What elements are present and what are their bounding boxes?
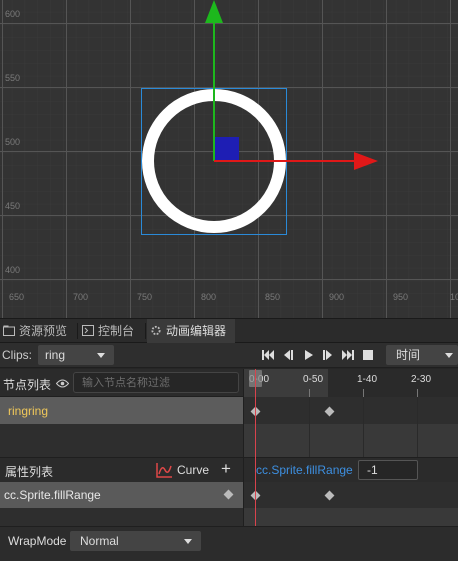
property-name: cc.Sprite.fillRange [4, 488, 101, 502]
chevron-down-icon [445, 353, 453, 358]
keyframe-diamond-icon[interactable] [223, 489, 234, 500]
wrap-mode-select[interactable]: Normal [70, 531, 201, 551]
x-axis-label: 800 [201, 292, 217, 302]
node-name: ringring [8, 404, 49, 418]
curve-icon[interactable] [156, 462, 173, 478]
node-track[interactable] [244, 397, 458, 424]
animation-toolbar: Clips: ring 时间 [0, 343, 458, 368]
next-frame-icon[interactable] [322, 349, 334, 361]
node-list-item[interactable]: ringring [0, 397, 243, 424]
ruler-tick [417, 389, 418, 397]
curve-button[interactable]: Curve [177, 463, 209, 477]
add-property-button[interactable]: + [221, 459, 231, 479]
assets-icon [3, 325, 15, 336]
x-axis-label: 700 [73, 292, 89, 302]
node-list-header: 节点列表 [0, 369, 243, 397]
ruler-label: 1-40 [357, 374, 378, 385]
tab-label: 资源预览 [19, 324, 68, 338]
x-axis-label: 850 [265, 292, 281, 302]
wrap-mode-value: Normal [80, 534, 119, 548]
property-list-empty-area [0, 508, 243, 526]
tab-console[interactable]: 控制台 [79, 319, 144, 343]
console-icon [82, 325, 94, 336]
property-list-item[interactable]: cc.Sprite.fillRange [0, 482, 243, 508]
x-axis-label: 950 [393, 292, 409, 302]
tab-assets[interactable]: 资源预览 [0, 319, 75, 343]
property-track[interactable] [244, 482, 458, 508]
y-axis-label: 550 [5, 73, 21, 83]
x-axis-label: 1000 [450, 292, 458, 302]
timeline[interactable]: 0-00 0-50 1-40 2-30 cc.Sprite.fillRange [243, 369, 458, 526]
chevron-down-icon [97, 353, 105, 358]
anchor-handle[interactable] [215, 137, 239, 160]
wrap-mode-bar: WrapMode Normal [0, 526, 458, 561]
wrap-mode-label: WrapMode [8, 534, 67, 548]
y-axis-label: 600 [5, 9, 21, 19]
x-axis-label: 650 [9, 292, 25, 302]
track-empty-area [244, 508, 458, 526]
scene-canvas [0, 0, 458, 318]
eye-icon[interactable] [56, 379, 69, 388]
clip-select[interactable]: ring [38, 345, 114, 365]
tab-divider [145, 323, 146, 339]
tab-label: 控制台 [98, 324, 135, 338]
time-mode-select[interactable]: 时间 [386, 345, 458, 365]
y-axis-label: 400 [5, 265, 21, 275]
y-axis-label: 450 [5, 201, 21, 211]
tab-animation-editor[interactable]: 动画编辑器 [147, 319, 235, 343]
track-empty-area [244, 424, 458, 457]
ruler-tick [363, 389, 364, 397]
tab-divider [77, 323, 78, 339]
play-icon[interactable] [302, 349, 314, 361]
tab-label: 动画编辑器 [166, 324, 227, 338]
property-value-bar: cc.Sprite.fillRange [244, 457, 458, 482]
playhead[interactable] [255, 369, 256, 526]
node-list-title: 节点列表 [3, 378, 52, 392]
animation-editor-icon [151, 325, 161, 336]
time-mode-value: 时间 [396, 348, 421, 362]
node-list-empty-area [0, 424, 243, 457]
skip-to-start-icon[interactable] [262, 349, 274, 361]
property-value-input[interactable] [358, 460, 418, 480]
clips-label: Clips: [2, 348, 33, 362]
clip-select-value: ring [45, 348, 66, 362]
x-axis-label: 900 [329, 292, 345, 302]
chevron-down-icon [184, 539, 192, 544]
y-axis-label: 500 [5, 137, 21, 147]
stop-icon[interactable] [362, 349, 374, 361]
scene-view[interactable]: 600 550 500 450 400 650 700 750 800 850 … [0, 0, 458, 318]
selected-property-path: cc.Sprite.fillRange [256, 463, 353, 477]
node-filter-input[interactable] [73, 372, 239, 393]
property-list-title: 属性列表 [5, 465, 54, 479]
previous-frame-icon[interactable] [282, 349, 294, 361]
property-list-header: 属性列表 Curve + [0, 457, 243, 482]
x-axis-label: 750 [137, 292, 153, 302]
ruler-tick [309, 389, 310, 397]
ruler-label: 0-50 [303, 374, 324, 385]
panel-tabs: 资源预览 控制台 动画编辑器 [0, 318, 458, 343]
skip-to-end-icon[interactable] [342, 349, 354, 361]
timeline-ruler[interactable]: 0-00 0-50 1-40 2-30 [244, 369, 458, 397]
ruler-label: 2-30 [411, 374, 432, 385]
